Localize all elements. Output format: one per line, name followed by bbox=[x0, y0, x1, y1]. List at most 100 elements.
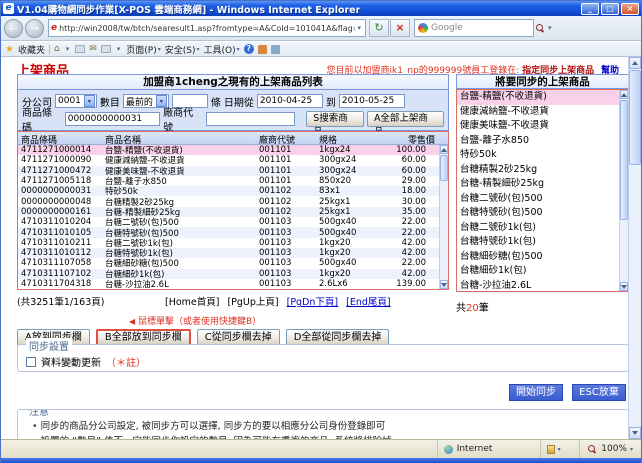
list-item[interactable]: 台糖二號砂1k(包) bbox=[457, 221, 628, 236]
note-mark: （＊註） bbox=[106, 354, 146, 369]
cell-price: 100.00 bbox=[378, 145, 438, 155]
scroll-thumb[interactable] bbox=[620, 100, 628, 220]
scroll-up-icon[interactable] bbox=[620, 90, 628, 99]
list-item[interactable]: 台糖-精製細砂25kg bbox=[457, 177, 628, 192]
search-magnifier-icon[interactable] bbox=[536, 24, 544, 32]
cell-vendor: 001101 bbox=[256, 145, 316, 155]
print-icon[interactable] bbox=[101, 45, 111, 53]
cell-vendor: 001102 bbox=[256, 207, 316, 217]
all-products-button[interactable]: A全部上架商品 bbox=[367, 111, 444, 127]
sync-list-scrollbar[interactable] bbox=[619, 90, 628, 291]
table-scrollbar[interactable] bbox=[439, 145, 448, 289]
scroll-up-icon[interactable] bbox=[629, 57, 641, 69]
cell-barcode: 4711271000090 bbox=[18, 155, 102, 165]
list-item[interactable]: 健康美味鹽-不收退貨 bbox=[457, 119, 628, 134]
separator bbox=[49, 44, 50, 55]
address-dropdown-icon[interactable]: ▾ bbox=[355, 24, 363, 32]
scroll-down-icon[interactable] bbox=[440, 280, 448, 289]
esc-cancel-button[interactable]: ESC放棄 bbox=[572, 384, 626, 401]
list-item[interactable]: 台糖二號砂(包)500 bbox=[457, 192, 628, 207]
feeds-icon[interactable] bbox=[75, 45, 85, 53]
search-products-button[interactable]: S搜索商品 bbox=[306, 111, 364, 127]
chevron-down-icon: ▾ bbox=[84, 95, 95, 107]
product-table-body: 4711271000014 台鹽-精鹽(不收退貨) 001101 1kgx24 … bbox=[18, 145, 448, 289]
list-item[interactable]: 健康減納鹽-不收退貨 bbox=[457, 105, 628, 120]
table-row[interactable]: 4710311704318 台糖-沙拉油2.6L 001103 2.6Lx6 1… bbox=[18, 279, 448, 289]
list-item[interactable]: 台糖精製2砂25kg bbox=[457, 163, 628, 178]
sync-buttons: 開始同步 ESC放棄 bbox=[509, 384, 626, 401]
pagination-link[interactable]: [PgUp上頁] bbox=[227, 297, 278, 308]
scroll-down-icon[interactable] bbox=[629, 427, 641, 439]
list-item[interactable]: 特砂50k bbox=[457, 148, 628, 163]
list-item[interactable]: 台鹽-精鹽(不收退貨) bbox=[457, 90, 628, 105]
search-dropdown-icon[interactable]: ▾ bbox=[546, 24, 554, 32]
search-box[interactable]: Google bbox=[414, 19, 534, 37]
read-mail-icon[interactable]: ✉ bbox=[89, 44, 97, 54]
count-select[interactable]: 最前的 ▾ bbox=[123, 94, 169, 108]
list-item[interactable]: 台糖細砂糖(包)500 bbox=[457, 250, 628, 265]
update-on-change-checkbox[interactable] bbox=[26, 357, 36, 367]
col-name: 商品名稱 bbox=[102, 132, 256, 144]
list-item[interactable]: 台糖細砂1k(包) bbox=[457, 264, 628, 279]
list-item[interactable]: 台鹽-離子水850 bbox=[457, 134, 628, 149]
maximize-button[interactable]: □ bbox=[601, 3, 619, 15]
tools-menu[interactable]: 工具(O) ▾ bbox=[204, 43, 240, 56]
notes-section: 注意 同步的商品分公司設定, 被同步方可以選擇, 同步方的要以相應分公司身份登錄… bbox=[17, 409, 629, 439]
cell-vendor: 001103 bbox=[256, 228, 316, 238]
pagination: (共3251筆1/163頁) [Home首頁][PgUp上頁][PgDn下頁][… bbox=[17, 294, 449, 308]
cell-spec: 300gx24 bbox=[316, 166, 378, 176]
cell-vendor: 001103 bbox=[256, 279, 316, 289]
scroll-up-icon[interactable] bbox=[440, 145, 448, 154]
close-button[interactable]: × bbox=[621, 3, 639, 15]
protected-mode-indicator[interactable]: ▾ bbox=[541, 440, 581, 458]
zoom-control[interactable]: 100% ▾ bbox=[580, 440, 641, 458]
print-dropdown-icon[interactable]: ▾ bbox=[115, 45, 123, 53]
favorites-label[interactable]: 收藏夹 bbox=[18, 43, 45, 56]
date-from-input[interactable]: 2010-04-25 bbox=[257, 94, 323, 108]
extension-icon[interactable] bbox=[258, 45, 267, 54]
page-scrollbar[interactable] bbox=[628, 57, 641, 439]
safety-menu[interactable]: 安全(S) ▾ bbox=[165, 43, 200, 56]
vendor-input[interactable] bbox=[206, 112, 295, 126]
cell-spec: 25kgx1 bbox=[316, 207, 378, 217]
security-zone: Internet bbox=[438, 440, 541, 458]
list-item[interactable]: 台糖特號砂(包)500 bbox=[457, 206, 628, 221]
cell-vendor: 001101 bbox=[256, 166, 316, 176]
barcode-input[interactable]: 0000000000031 bbox=[65, 112, 160, 126]
chevron-down-icon: ▾ bbox=[158, 46, 161, 53]
forward-button[interactable]: → bbox=[25, 19, 44, 38]
tools-menu-label: 工具(O) bbox=[204, 43, 236, 56]
notes-list: 同步的商品分公司設定, 被同步方可以選擇, 同步方的要以相應分公司身份登錄即可設… bbox=[32, 418, 628, 439]
start-sync-button[interactable]: 開始同步 bbox=[509, 384, 563, 401]
list-item[interactable]: 台糖-沙拉油2.6L bbox=[457, 279, 628, 293]
address-input[interactable]: e http://win2008/tw/btch/searesult1.asp?… bbox=[48, 19, 366, 37]
product-list-title: 加盟商1cheng之現有的上架商品列表 bbox=[17, 74, 449, 89]
pagination-link[interactable]: [Home首頁] bbox=[165, 297, 219, 308]
back-button[interactable]: ← bbox=[4, 19, 23, 38]
cell-vendor: 001103 bbox=[256, 258, 316, 268]
favorites-star-icon[interactable]: ★ bbox=[5, 44, 14, 55]
stop-button[interactable]: × bbox=[390, 19, 410, 37]
page-menu-label: 页面(P) bbox=[126, 43, 156, 56]
count-number: 20 bbox=[466, 303, 479, 314]
url-text[interactable]: http://win2008/tw/btch/searesult1.asp?fr… bbox=[59, 24, 355, 33]
refresh-button[interactable]: ↻ bbox=[369, 19, 389, 37]
home-icon[interactable]: ⌂ bbox=[54, 44, 60, 54]
pagination-link[interactable]: [End尾頁] bbox=[346, 297, 390, 308]
home-dropdown-icon[interactable]: ▾ bbox=[64, 45, 72, 53]
pagination-link[interactable]: [PgDn下頁] bbox=[287, 297, 339, 308]
scroll-thumb[interactable] bbox=[629, 70, 641, 165]
page-menu[interactable]: 页面(P) ▾ bbox=[126, 43, 160, 56]
cell-barcode: 4711271000472 bbox=[18, 166, 102, 176]
date-to-input[interactable]: 2010-05-25 bbox=[339, 94, 405, 108]
minimize-button[interactable]: _ bbox=[581, 3, 599, 15]
count-prefix: 共 bbox=[456, 303, 466, 314]
scroll-thumb[interactable] bbox=[440, 155, 448, 181]
help-icon[interactable]: ? bbox=[244, 44, 254, 54]
list-item[interactable]: 台糖特號砂1k(包) bbox=[457, 235, 628, 250]
count-unit-label: 條 bbox=[211, 94, 221, 109]
scroll-down-icon[interactable] bbox=[620, 282, 628, 291]
hint-text: 鼠標單擊（或者使用快捷鍵B） bbox=[138, 317, 261, 327]
extension-icon[interactable] bbox=[271, 45, 280, 54]
search-input[interactable]: Google bbox=[431, 23, 530, 33]
